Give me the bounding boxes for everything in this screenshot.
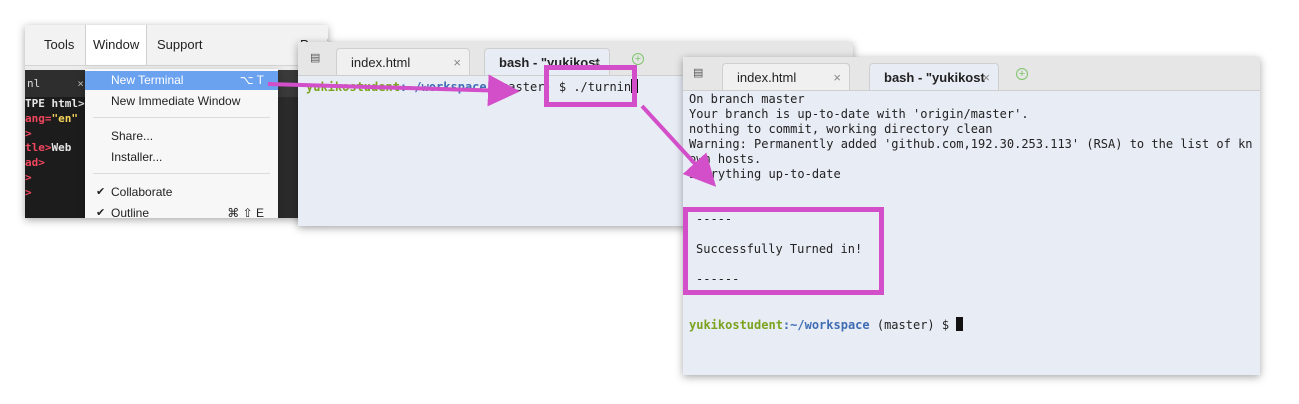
arrow-menu-to-terminal <box>267 74 520 107</box>
annotation-arrows <box>267 74 717 187</box>
arrow-command-to-result <box>640 104 717 187</box>
